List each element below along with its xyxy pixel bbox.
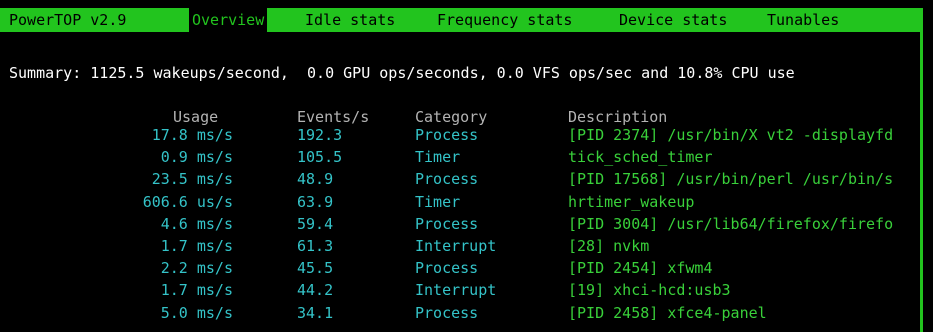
category-cell: Interrupt — [415, 281, 497, 300]
table-row[interactable]: 0.9 ms/s 105.5 Timer tick_sched_timer — [0, 148, 920, 167]
description-cell: [19] xhci-hcd:usb3 — [568, 281, 731, 300]
table-row[interactable]: 17.8 ms/s 192.3 Process [PID 2374] /usr/bin… — [0, 126, 920, 145]
category-cell: Process — [415, 170, 479, 189]
events-cell: 48.9 — [297, 170, 334, 189]
column-category: Category — [415, 108, 488, 126]
description-cell: tick_sched_timer — [568, 148, 713, 167]
table-row[interactable]: 1.7 ms/s 44.2 Interrupt [19] xhci-hcd:usb3 — [0, 281, 920, 300]
category-cell: Process — [415, 126, 479, 144]
table-row[interactable]: 1.7 ms/s 61.3 Interrupt [28] nvkm — [0, 237, 920, 256]
events-cell: 34.1 — [297, 303, 334, 322]
tab-tunables[interactable]: Tunables — [767, 8, 839, 32]
description-cell: [PID 2374] /usr/bin/X vt2 -displayfd — [568, 126, 894, 144]
table-row[interactable]: 5.0 ms/s 34.1 Process [PID 2458] xfce4-pane… — [0, 304, 920, 323]
table-row[interactable]: 2.2 ms/s 45.5 Process [PID 2454] xfwm4 — [0, 259, 920, 278]
summary-line: Summary: 1125.5 wakeups/second, 0.0 GPU … — [9, 64, 795, 82]
events-cell: 44.2 — [297, 281, 334, 300]
usage-cell: 2.2 ms/s — [160, 259, 233, 278]
events-cell: 63.9 — [297, 192, 334, 211]
menu-bar: PowerTOP v2.9 Overview Idle stats Freque… — [0, 8, 920, 32]
frame-border — [920, 8, 923, 332]
app-title: PowerTOP v2.9 — [9, 11, 127, 29]
column-usage: Usage — [173, 108, 219, 126]
usage-cell: 0.9 ms/s — [160, 148, 233, 167]
table-row[interactable]: 4.6 ms/s 59.4 Process [PID 3004] /usr/lib64… — [0, 215, 920, 234]
category-cell: Process — [415, 214, 479, 233]
category-cell: Timer — [415, 148, 461, 167]
category-cell: Timer — [415, 192, 461, 211]
description-cell: [28] nvkm — [568, 237, 650, 255]
tab-idle-stats[interactable]: Idle stats — [305, 8, 395, 32]
table-header: Usage Events/s Category Description — [0, 108, 920, 127]
tab-device-stats[interactable]: Device stats — [619, 8, 727, 32]
tab-overview[interactable]: Overview — [189, 8, 268, 32]
events-cell: 105.5 — [297, 148, 343, 167]
description-cell: [PID 17568] /usr/bin/perl /usr/bin/s — [568, 170, 894, 189]
description-cell: [PID 2454] xfwm4 — [568, 259, 713, 278]
events-cell: 61.3 — [297, 237, 334, 255]
powertop-terminal: PowerTOP v2.9 Overview Idle stats Freque… — [0, 0, 933, 332]
table-row[interactable]: 606.6 us/s 63.9 Timer hrtimer_wakeup — [0, 193, 920, 212]
column-description: Description — [568, 108, 668, 126]
category-cell: Process — [415, 259, 479, 278]
table-row[interactable]: 23.5 ms/s 48.9 Process [PID 17568] /usr/bin… — [0, 170, 920, 189]
usage-cell: 5.0 ms/s — [160, 303, 233, 322]
description-cell: [PID 2458] xfce4-panel — [568, 303, 767, 322]
category-cell: Process — [415, 303, 479, 322]
events-cell: 45.5 — [297, 259, 334, 278]
tab-frequency-stats[interactable]: Frequency stats — [437, 8, 572, 32]
description-cell: hrtimer_wakeup — [568, 192, 695, 211]
events-cell: 59.4 — [297, 214, 334, 233]
usage-cell: 17.8 ms/s — [151, 126, 233, 144]
usage-cell: 4.6 ms/s — [160, 214, 233, 233]
category-cell: Interrupt — [415, 237, 497, 255]
description-cell: [PID 3004] /usr/lib64/firefox/firefo — [568, 214, 894, 233]
usage-cell: 1.7 ms/s — [160, 237, 233, 255]
usage-cell: 606.6 us/s — [142, 192, 233, 211]
events-cell: 192.3 — [297, 126, 343, 144]
column-events: Events/s — [297, 108, 370, 126]
usage-cell: 23.5 ms/s — [151, 170, 233, 189]
usage-cell: 1.7 ms/s — [160, 281, 233, 300]
